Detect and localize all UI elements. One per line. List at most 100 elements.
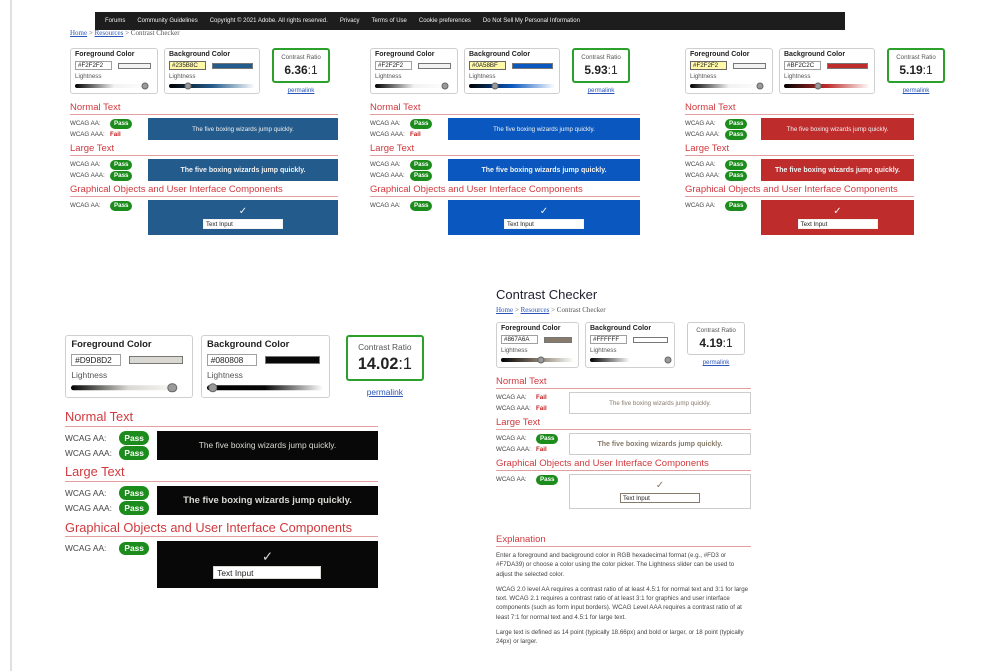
foreground-hex-input[interactable]: #F2F2F2	[375, 61, 412, 70]
background-lightness-slider[interactable]	[469, 82, 555, 90]
slider-knob[interactable]	[664, 356, 672, 364]
normal-aa-label: WCAG AA:	[65, 433, 107, 444]
foreground-color-swatch[interactable]	[733, 62, 766, 69]
slider-knob[interactable]	[184, 82, 192, 90]
cookie-preferences-link[interactable]: Cookie preferences	[419, 18, 471, 24]
background-color-swatch[interactable]	[265, 355, 321, 364]
background-hex-input[interactable]: #0A58BF	[469, 61, 506, 70]
background-lightness-slider[interactable]	[207, 383, 324, 394]
foreground-color-swatch[interactable]	[418, 62, 451, 69]
footer-nav-bar: Forums Community Guidelines Copyright © …	[95, 12, 845, 30]
text-input-sample[interactable]: Text Input	[797, 218, 878, 229]
foreground-color-swatch[interactable]	[118, 62, 151, 69]
text-input-sample[interactable]: Text Input	[203, 218, 283, 229]
background-lightness-slider[interactable]	[590, 356, 672, 364]
foreground-lightness-slider[interactable]	[375, 82, 453, 90]
contrast-ratio-number: 14.02	[357, 355, 399, 374]
breadcrumb-home-link[interactable]: Home	[496, 306, 513, 314]
foreground-hex-input[interactable]: #867A6A	[501, 335, 538, 344]
forums-link[interactable]: Forums	[105, 18, 125, 24]
contrast-ratio-value: 4.19:1	[688, 336, 744, 350]
breadcrumb-resources-link[interactable]: Resources	[95, 29, 124, 37]
permalink-link[interactable]: permalink	[687, 359, 745, 366]
terms-link[interactable]: Terms of Use	[372, 18, 407, 24]
background-hex-input[interactable]: #BF2C2C	[784, 61, 821, 70]
contrast-ratio-box: Contrast Ratio 14.02:1	[345, 335, 424, 382]
permalink-link[interactable]: permalink	[346, 387, 424, 397]
gui-aa-pass-badge: Pass	[410, 200, 433, 211]
permalink-link[interactable]: permalink	[887, 87, 945, 94]
contrast-ratio-box: Contrast Ratio 6.36:1	[272, 48, 330, 83]
normal-aa-pass-badge: Pass	[110, 118, 133, 129]
background-lightness-slider[interactable]	[784, 82, 870, 90]
slider-track	[207, 385, 324, 391]
foreground-hex-input[interactable]: #F2F2F2	[690, 61, 727, 70]
slider-knob[interactable]	[167, 383, 178, 393]
foreground-color-swatch[interactable]	[129, 355, 184, 364]
foreground-color-swatch[interactable]	[544, 336, 572, 343]
foreground-color-box: Foreground Color #D9D8D2 Lightness	[65, 335, 193, 399]
slider-knob[interactable]	[756, 82, 764, 90]
background-color-swatch[interactable]	[633, 336, 668, 343]
breadcrumb-resources-link[interactable]: Resources	[521, 306, 550, 314]
large-text-sample: The five boxing wizards jump quickly.	[148, 159, 338, 181]
breadcrumb-home-link[interactable]: Home	[70, 29, 87, 37]
checker-panel-3: Foreground Color #F2F2F2 Lightness Backgrou…	[685, 48, 945, 235]
checker-panel-5: Foreground Color #867A6A Lightness Backgrou…	[496, 322, 751, 509]
foreground-hex-input[interactable]: #D9D8D2	[71, 353, 122, 366]
foreground-lightness-slider[interactable]	[501, 356, 574, 364]
slider-knob[interactable]	[814, 82, 822, 90]
large-aaa-label: WCAG AAA:	[370, 172, 405, 179]
foreground-lightness-slider[interactable]	[690, 82, 768, 90]
normal-aaa-fail-label: Fail	[110, 131, 121, 138]
color-inputs-row: Foreground Color #F2F2F2 Lightness Backgrou…	[685, 48, 945, 94]
permalink-link[interactable]: permalink	[272, 87, 330, 94]
gui-sample: ✓ Text Input	[148, 200, 338, 235]
large-aa-label: WCAG AA:	[685, 161, 716, 168]
hex-row: #235B8C	[169, 61, 255, 70]
permalink-link[interactable]: permalink	[572, 87, 630, 94]
background-hex-input[interactable]: #235B8C	[169, 61, 206, 70]
background-hex-input[interactable]: #FFFFFF	[590, 335, 627, 344]
normal-aaa-pass-badge: Pass	[119, 446, 150, 460]
lightness-label: Lightness	[375, 73, 402, 80]
background-color-swatch[interactable]	[512, 62, 553, 69]
text-input-sample[interactable]: Text Input	[504, 218, 584, 229]
foreground-lightness-slider[interactable]	[71, 383, 187, 394]
large-aaa-pass-badge: Pass	[410, 170, 433, 181]
checkmark-icon: ✓	[261, 548, 274, 564]
normal-text-section: Normal Text WCAG AA: Pass WCAG AAA: Fail The …	[70, 102, 338, 140]
foreground-lightness-slider[interactable]	[75, 82, 153, 90]
contrast-ratio-block: Contrast Ratio 5.93:1 permalink	[572, 48, 630, 94]
background-lightness-slider[interactable]	[169, 82, 255, 90]
background-color-label: Background Color	[784, 51, 846, 58]
gui-aa-pass-badge: Pass	[725, 200, 748, 211]
large-text-body: WCAG AA: Pass WCAG AAA: Pass The five boxing…	[70, 159, 338, 181]
community-guidelines-link[interactable]: Community Guidelines	[137, 18, 197, 24]
large-aaa-label: WCAG AAA:	[65, 503, 112, 514]
slider-knob[interactable]	[441, 82, 449, 90]
normal-text-sample: The five boxing wizards jump quickly.	[448, 118, 640, 140]
slider-knob[interactable]	[537, 356, 545, 364]
background-hex-input[interactable]: #080808	[207, 353, 257, 366]
large-text-section: Large Text WCAG AA: Pass WCAG AAA: Pass The f…	[70, 143, 338, 181]
do-not-sell-link[interactable]: Do Not Sell My Personal Information	[483, 18, 580, 24]
normal-aa-fail-label: Fail	[536, 394, 547, 401]
text-input-sample[interactable]: Text Input	[213, 565, 322, 580]
foreground-hex-input[interactable]: #F2F2F2	[75, 61, 112, 70]
contrast-ratio-block: Contrast Ratio 6.36:1 permalink	[272, 48, 330, 94]
text-input-sample[interactable]: Text Input	[620, 492, 700, 503]
contrast-ratio-block: Contrast Ratio 4.19:1 permalink	[687, 322, 745, 366]
background-color-swatch[interactable]	[827, 62, 868, 69]
slider-knob[interactable]	[491, 82, 499, 90]
privacy-link[interactable]: Privacy	[340, 18, 360, 24]
normal-aa-label: WCAG AA:	[685, 120, 716, 127]
slider-knob[interactable]	[208, 383, 218, 393]
normal-text-heading: Normal Text	[685, 102, 914, 115]
contrast-ratio-suffix: :1	[607, 63, 618, 77]
slider-knob[interactable]	[141, 82, 149, 90]
background-color-swatch[interactable]	[212, 62, 253, 69]
color-inputs-row: Foreground Color #D9D8D2 Lightness Backgrou…	[65, 335, 424, 399]
color-inputs-row: Foreground Color #867A6A Lightness Backgrou…	[496, 322, 751, 368]
foreground-color-label: Foreground Color	[690, 51, 750, 58]
